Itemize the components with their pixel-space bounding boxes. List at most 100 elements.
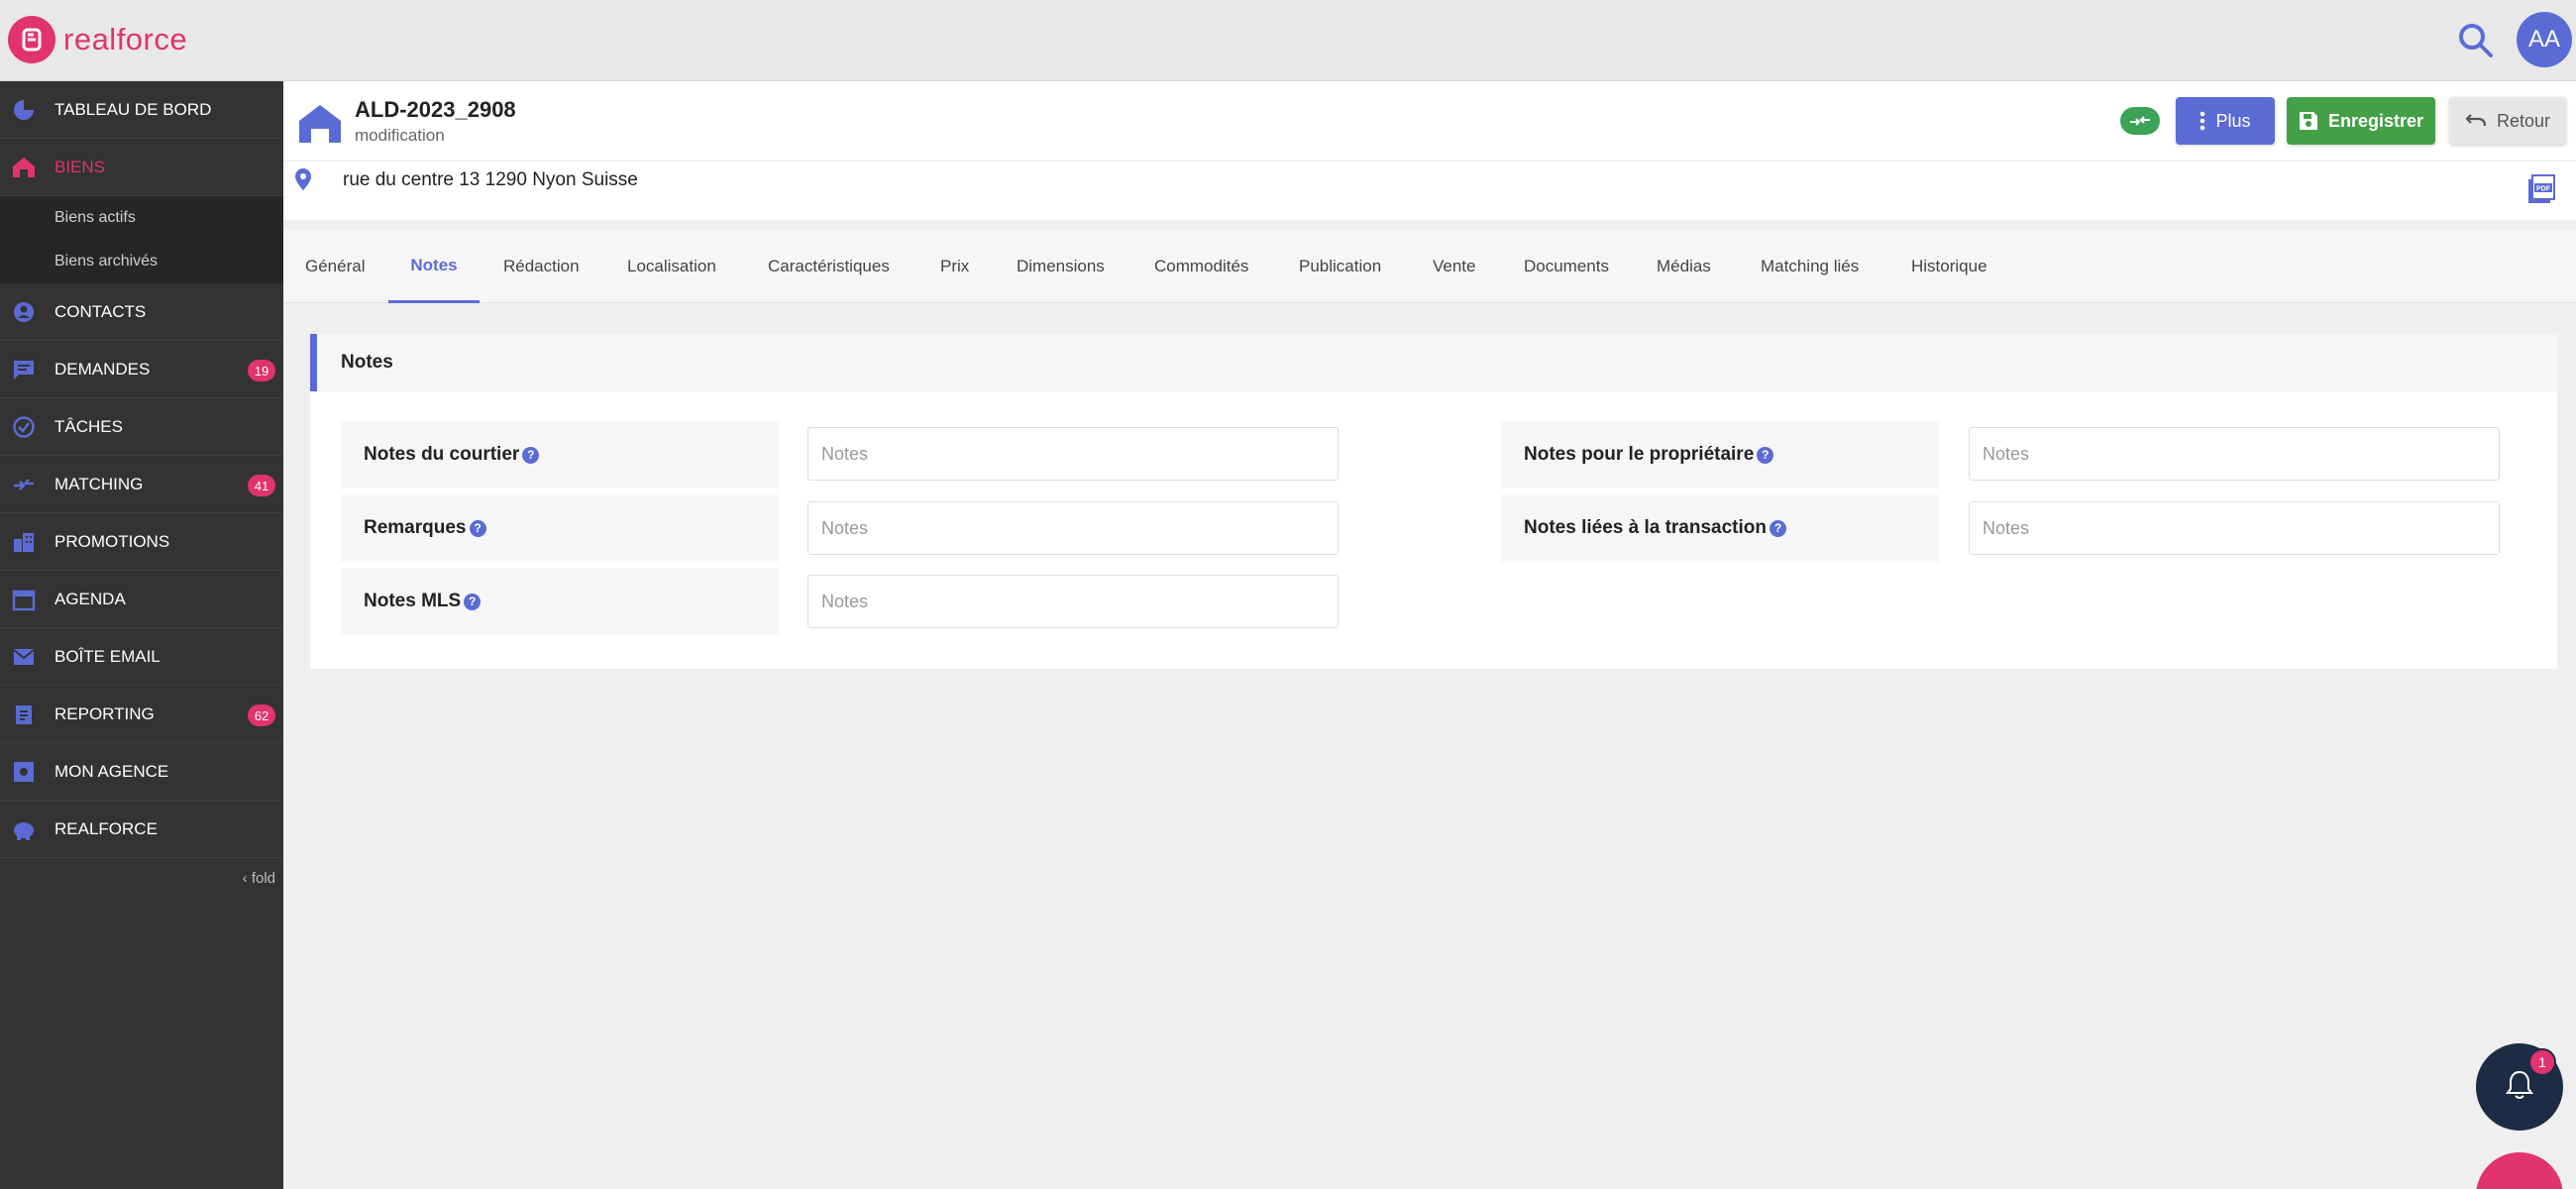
- tab-commodites[interactable]: Commodités: [1154, 230, 1248, 303]
- notes-transaction-label: Notes liées à la transaction?: [1501, 494, 1939, 562]
- clipboard-icon: [10, 701, 38, 728]
- tab-medias[interactable]: Médias: [1657, 230, 1711, 303]
- pdf-icon[interactable]: PDF: [2526, 174, 2556, 209]
- fold-toggle[interactable]: ‹ fold: [0, 858, 283, 898]
- sidebar-item-reporting[interactable]: REPORTING 62: [0, 686, 283, 743]
- fold-label: fold: [251, 869, 275, 887]
- field-label-text: Notes pour le propriétaire: [1524, 444, 1755, 465]
- remarques-field[interactable]: [807, 501, 1339, 555]
- page-title: ALD-2023_2908: [355, 97, 516, 122]
- notes-panel: Notes Notes du courtier? Remarques? Note…: [310, 334, 2557, 669]
- sidebar-item-agenda[interactable]: AGENDA: [0, 571, 283, 628]
- tab-localisation[interactable]: Localisation: [627, 230, 716, 303]
- mail-icon: [10, 643, 38, 671]
- buildings-icon: [10, 528, 38, 556]
- page-subtitle: modification: [355, 126, 445, 145]
- help-icon[interactable]: ?: [464, 593, 482, 610]
- pie-chart-icon: [10, 96, 38, 124]
- notes-mls-field[interactable]: [807, 575, 1339, 628]
- save-button-label: Enregistrer: [2327, 110, 2424, 131]
- sidebar-item-mon-agence[interactable]: MON AGENCE: [0, 743, 283, 801]
- tab-vente[interactable]: Vente: [1433, 230, 1476, 303]
- sidebar-item-demandes[interactable]: DEMANDES 19: [0, 341, 283, 398]
- notes-proprietaire-field[interactable]: [1969, 427, 2500, 481]
- svg-text:PDF: PDF: [2536, 186, 2551, 193]
- notes-transaction-field[interactable]: [1969, 501, 2500, 555]
- tab-redaction[interactable]: Rédaction: [503, 230, 580, 303]
- sidebar-subitem-biens-archives[interactable]: Biens archivés: [0, 240, 283, 283]
- more-vertical-icon: [2200, 111, 2205, 131]
- sidebar-item-label: AGENDA: [54, 589, 126, 608]
- notes-mls-label: Notes MLS?: [341, 568, 779, 635]
- sidebar-item-boite-email[interactable]: BOÎTE EMAIL: [0, 628, 283, 686]
- help-icon[interactable]: ?: [1770, 519, 1786, 537]
- sidebar-item-label: PROMOTIONS: [54, 531, 170, 551]
- sidebar-item-tableau-de-bord[interactable]: TABLEAU DE BORD: [0, 81, 283, 139]
- notes-courtier-label: Notes du courtier?: [341, 421, 779, 488]
- field-label-text: Notes du courtier: [364, 444, 520, 465]
- tab-documents[interactable]: Documents: [1524, 230, 1609, 303]
- help-icon[interactable]: ?: [522, 446, 540, 464]
- plus-button-label: Plus: [2215, 110, 2251, 131]
- tab-caracteristiques[interactable]: Caractéristiques: [768, 230, 890, 303]
- notification-count-badge: 1: [2528, 1048, 2556, 1076]
- agency-icon: [10, 758, 38, 786]
- tab-publication[interactable]: Publication: [1299, 230, 1381, 303]
- sidebar-item-contacts[interactable]: CONTACTS: [0, 283, 283, 341]
- remarques-label: Remarques?: [341, 494, 779, 562]
- notes-panel-header: Notes: [310, 334, 2557, 391]
- help-icon[interactable]: ?: [1757, 446, 1774, 464]
- field-label-text: Notes liées à la transaction: [1524, 517, 1767, 538]
- sidebar-item-label: DEMANDES: [54, 359, 151, 378]
- sidebar-item-label: CONTACTS: [54, 301, 147, 321]
- tab-prix[interactable]: Prix: [940, 230, 969, 303]
- logo-text: realforce: [63, 22, 188, 56]
- plus-button[interactable]: Plus: [2176, 97, 2275, 145]
- sidebar-item-promotions[interactable]: PROMOTIONS: [0, 513, 283, 571]
- search-icon[interactable]: [2455, 20, 2497, 61]
- field-label-text: Remarques: [364, 517, 467, 538]
- sidebar-item-realforce[interactable]: REALFORCE: [0, 801, 283, 858]
- user-circle-icon: [10, 298, 38, 326]
- sidebar-item-label: TABLEAU DE BORD: [54, 99, 212, 119]
- chat-icon: [10, 356, 38, 383]
- sidebar-subnav: Biens actifs Biens archivés: [0, 196, 283, 283]
- sidebar: TABLEAU DE BORD BIENS Biens actifs Biens…: [0, 81, 283, 1189]
- help-icon[interactable]: ?: [469, 519, 486, 537]
- demandes-count-badge: 19: [248, 360, 275, 381]
- tab-historique[interactable]: Historique: [1911, 230, 1987, 303]
- chat-widget-button[interactable]: [2476, 1152, 2563, 1189]
- piggy-bank-icon: [10, 815, 38, 843]
- house-icon: [10, 154, 38, 181]
- property-header: ALD-2023_2908 modification Plus Enregist…: [283, 81, 2576, 220]
- sidebar-subitem-biens-actifs[interactable]: Biens actifs: [0, 196, 283, 240]
- swap-icon: [10, 471, 38, 498]
- matching-status-badge[interactable]: [2120, 107, 2160, 135]
- calendar-icon: [10, 586, 38, 613]
- sidebar-item-matching[interactable]: MATCHING 41: [0, 456, 283, 513]
- property-address: rue du centre 13 1290 Nyon Suisse: [343, 169, 638, 190]
- notes-panel-title: Notes: [341, 352, 393, 373]
- avatar[interactable]: AA: [2517, 12, 2572, 67]
- tab-general[interactable]: Général: [305, 230, 365, 303]
- top-bar: realforce AA: [0, 0, 2576, 81]
- logo[interactable]: realforce: [8, 16, 187, 63]
- notes-proprietaire-label: Notes pour le propriétaire?: [1501, 421, 1939, 488]
- sidebar-item-taches[interactable]: TÂCHES: [0, 398, 283, 456]
- reporting-count-badge: 62: [248, 704, 275, 726]
- tab-dimensions[interactable]: Dimensions: [1017, 230, 1105, 303]
- sidebar-item-label: BOÎTE EMAIL: [54, 646, 161, 666]
- tab-matching-lies[interactable]: Matching liés: [1761, 230, 1859, 303]
- property-house-icon: [297, 101, 343, 147]
- back-button[interactable]: Retour: [2449, 97, 2566, 145]
- undo-icon: [2465, 113, 2487, 129]
- sidebar-item-label: REPORTING: [54, 703, 155, 723]
- back-button-label: Retour: [2496, 110, 2551, 131]
- sidebar-item-biens[interactable]: BIENS: [0, 139, 283, 196]
- realforce-logo-icon: [8, 16, 55, 63]
- tab-notes[interactable]: Notes: [388, 230, 480, 303]
- notes-courtier-field[interactable]: [807, 427, 1339, 481]
- save-button[interactable]: Enregistrer: [2287, 97, 2435, 145]
- floppy-disk-icon: [2299, 111, 2318, 131]
- location-pin-icon: [295, 168, 311, 195]
